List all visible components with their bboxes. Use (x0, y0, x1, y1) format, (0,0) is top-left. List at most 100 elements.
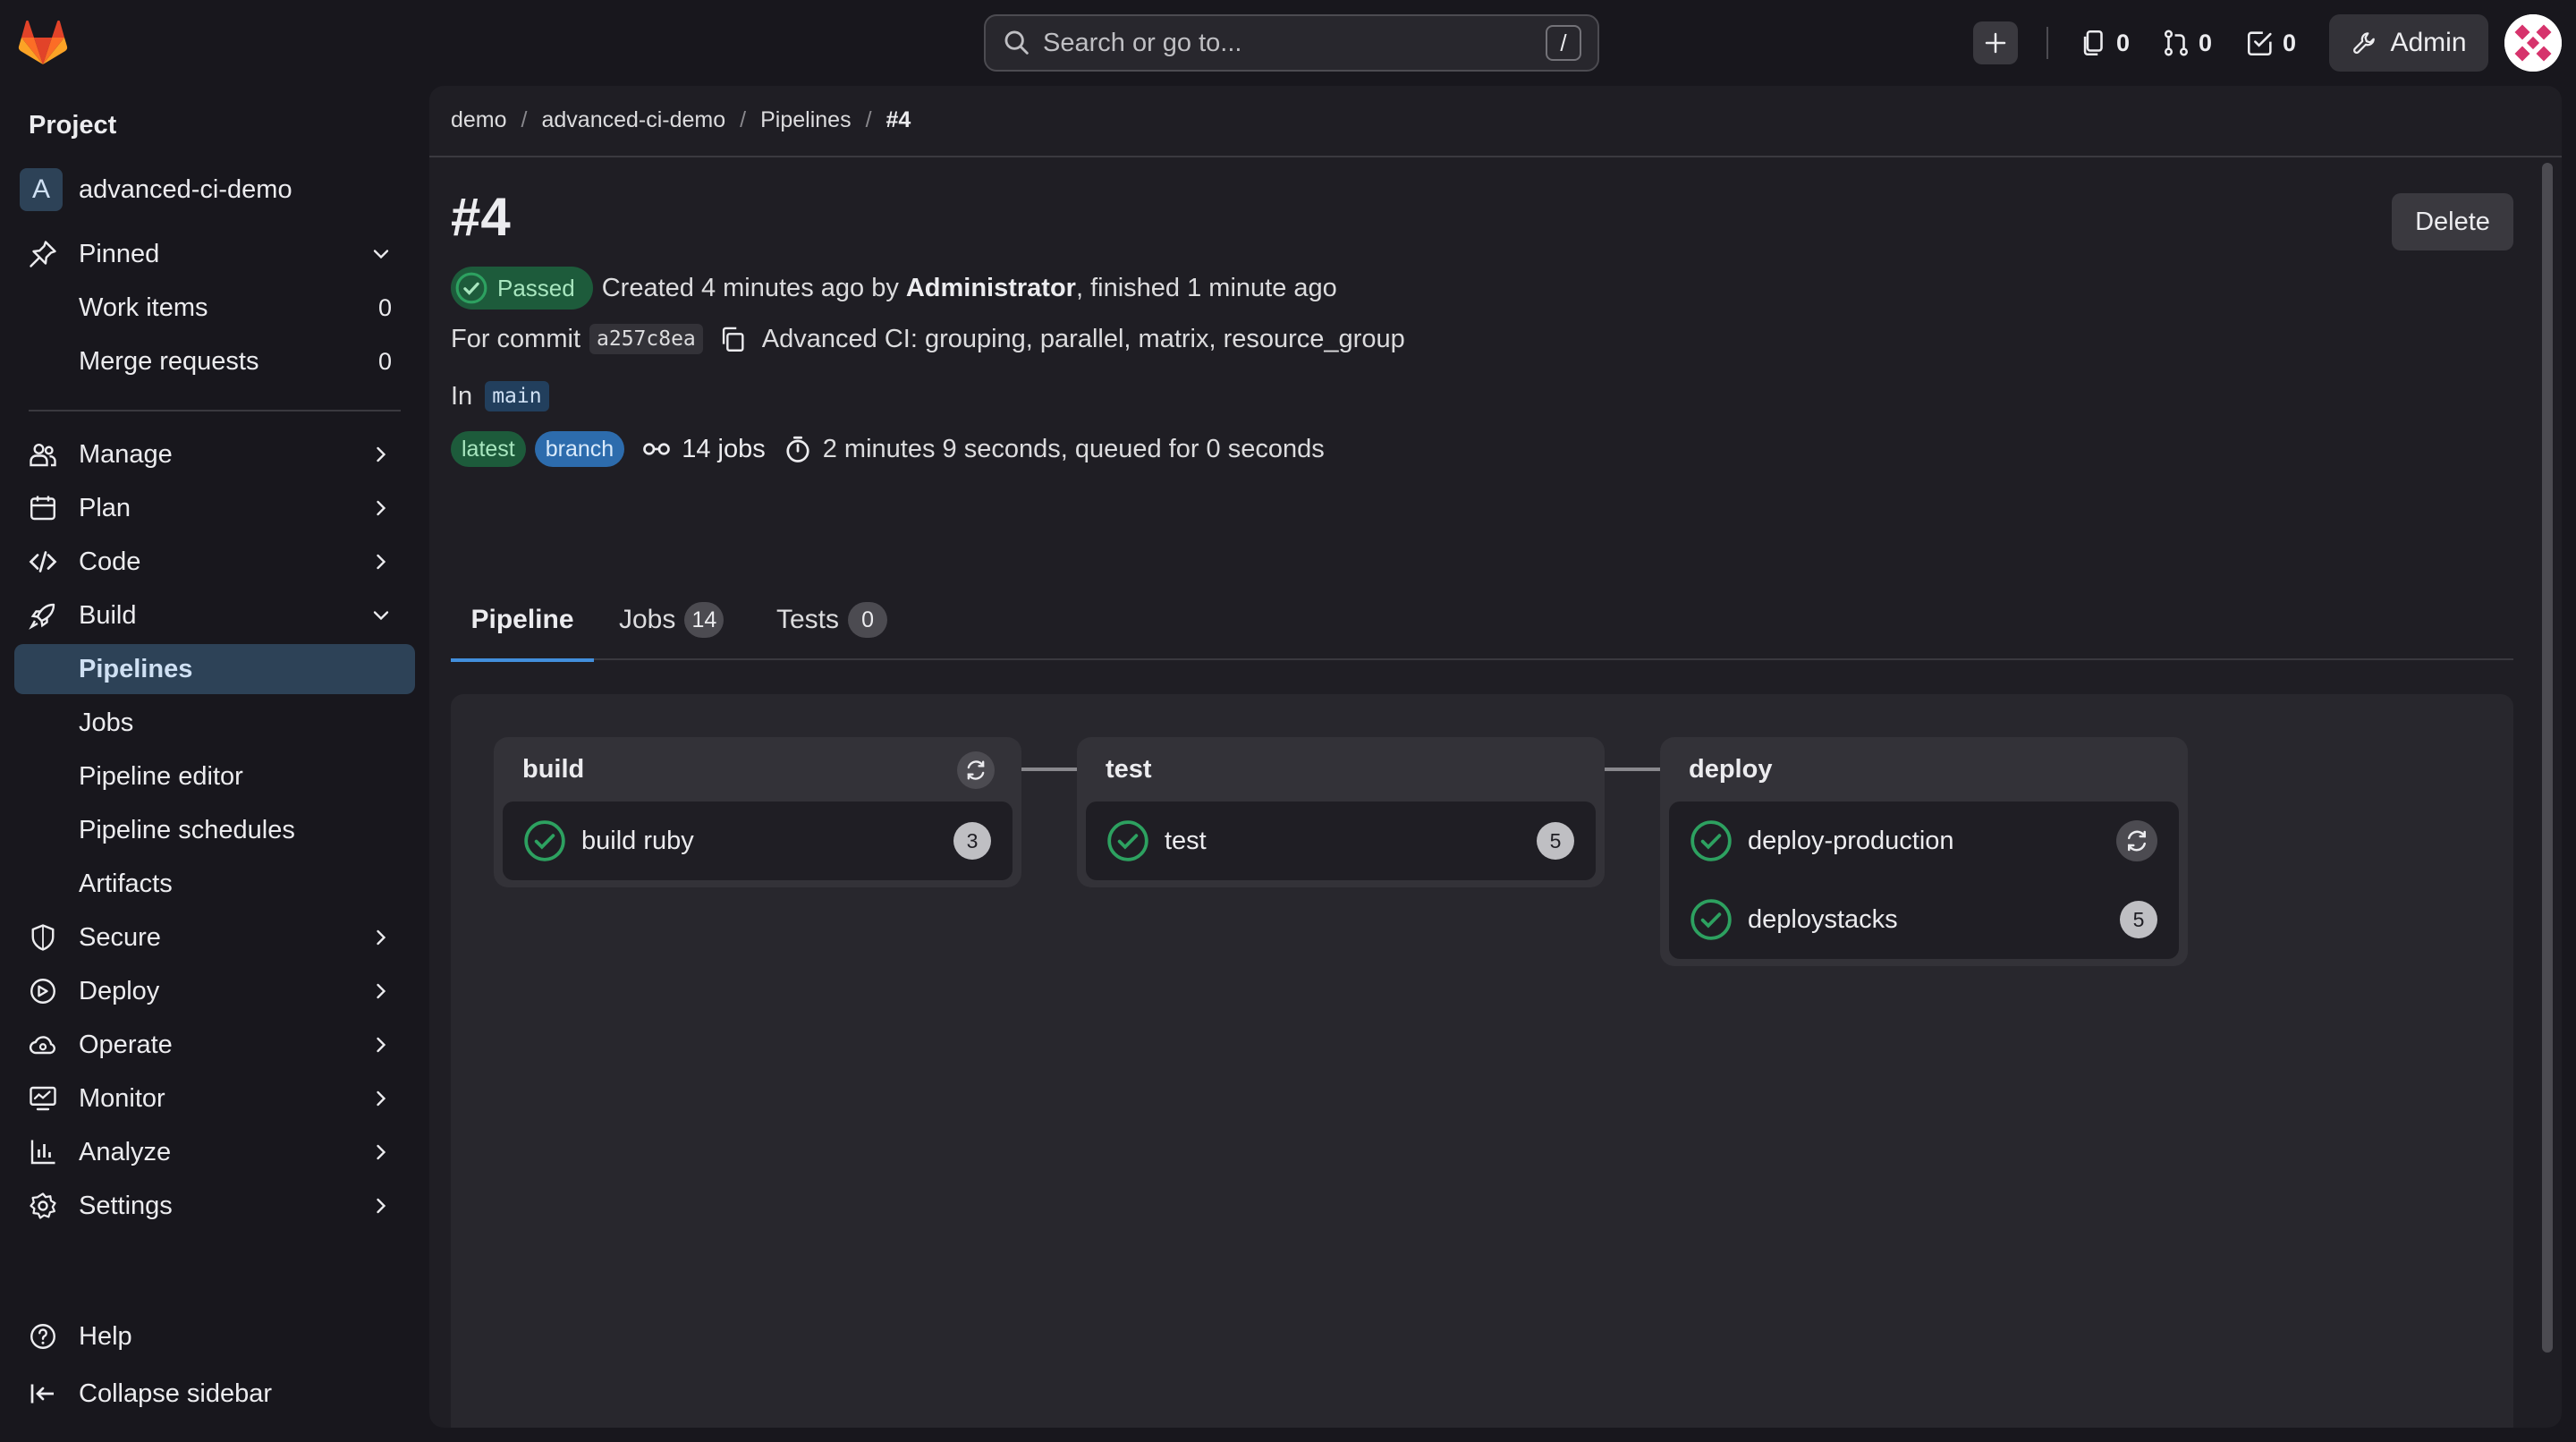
chevron-down-icon (373, 611, 389, 621)
shield-icon (31, 924, 55, 951)
sidebar-item-merge-requests[interactable]: Merge requests 0 (14, 336, 415, 386)
job-deploystacks[interactable]: deploystacks 5 (1669, 880, 2179, 959)
sidebar-item-code[interactable]: Code (14, 537, 415, 587)
chevron-right-icon (377, 1090, 386, 1107)
top-bar: Search or go to... / 0 0 0 Admin (0, 0, 2576, 86)
author-link[interactable]: Administrator (906, 274, 1076, 303)
todos-count: 0 (2283, 29, 2297, 56)
job-name: deploy-production (1748, 826, 1954, 855)
status-success-icon (524, 820, 565, 861)
main-panel: demo / advanced-ci-demo / Pipelines / #4… (429, 86, 2562, 1428)
copy-icon[interactable] (717, 324, 748, 354)
commit-sha-link[interactable]: a257c8ea (589, 324, 703, 354)
breadcrumb-item[interactable]: demo (451, 107, 507, 133)
create-new-button[interactable] (1973, 21, 2018, 64)
issues-counter[interactable]: 0 (2079, 25, 2130, 61)
admin-button[interactable]: Admin (2329, 14, 2488, 72)
chevron-down-icon (373, 250, 389, 259)
tab-count: 14 (684, 602, 724, 638)
sidebar-item-operate[interactable]: Operate (14, 1020, 415, 1070)
sidebar-item-build[interactable]: Build (14, 590, 415, 640)
project-switcher[interactable]: A advanced-ci-demo (20, 168, 292, 211)
job-test[interactable]: test 5 (1086, 802, 1596, 880)
sidebar-item-artifacts[interactable]: Artifacts (14, 859, 415, 909)
stage-title: test (1106, 754, 1152, 784)
search-input[interactable]: Search or go to... / (984, 14, 1599, 72)
job-group: test 5 (1086, 802, 1596, 880)
rocket-icon (29, 603, 55, 630)
wrench-icon (2353, 32, 2376, 55)
breadcrumb-item[interactable]: advanced-ci-demo (542, 107, 726, 133)
sidebar-item-pinned[interactable]: Pinned (14, 229, 415, 279)
sidebar-item-jobs[interactable]: Jobs (14, 698, 415, 748)
tab-label: Jobs (619, 605, 676, 634)
job-deploy-production[interactable]: deploy-production (1669, 802, 2179, 880)
identicon-icon (2504, 14, 2562, 72)
sidebar-item-label: Work items (79, 293, 208, 322)
sidebar-item-label: Manage (79, 439, 173, 469)
collapse-sidebar-button[interactable]: Collapse sidebar (14, 1369, 415, 1419)
pipeline-info-line: latest branch 14 jobs 2 minutes 9 second… (451, 431, 1325, 467)
job-count-badge: 3 (953, 822, 991, 860)
search-icon (1004, 30, 1029, 55)
sidebar-item-label: Analyze (79, 1137, 172, 1166)
delete-button[interactable]: Delete (2392, 193, 2513, 250)
scrollbar[interactable] (2542, 163, 2553, 1353)
sidebar-item-label: Pipeline schedules (79, 815, 295, 844)
created-text: Created 4 minutes ago by (601, 273, 899, 302)
breadcrumb-current[interactable]: #4 (886, 107, 911, 133)
timer-icon (786, 436, 809, 462)
sidebar-item-pipeline-schedules[interactable]: Pipeline schedules (14, 805, 415, 855)
branch-link[interactable]: main (485, 381, 549, 411)
topbar-divider (2046, 27, 2048, 59)
merge-requests-counter[interactable]: 0 (2161, 25, 2212, 61)
sidebar-item-manage[interactable]: Manage (14, 429, 415, 479)
sidebar-item-pipelines[interactable]: Pipelines (14, 644, 415, 694)
project-name: advanced-ci-demo (79, 174, 292, 204)
chevron-right-icon (377, 446, 386, 462)
user-avatar[interactable] (2504, 14, 2562, 72)
chart-icon (30, 1140, 55, 1165)
sidebar-item-count: 0 (377, 293, 392, 321)
chevron-right-icon (377, 983, 386, 999)
sidebar-item-settings[interactable]: Settings (14, 1181, 415, 1231)
breadcrumb: demo / advanced-ci-demo / Pipelines / #4 (451, 107, 911, 133)
retry-job-button[interactable] (2116, 820, 2157, 861)
branch-prefix: In (451, 381, 473, 411)
sidebar-item-secure[interactable]: Secure (14, 912, 415, 963)
job-count-badge: 5 (1537, 822, 1574, 860)
job-group: deploy-production deploystacks 5 (1669, 802, 2179, 959)
status-badge[interactable]: Passed (451, 267, 593, 310)
sidebar-item-work-items[interactable]: Work items 0 (14, 283, 415, 333)
stage-title: build (522, 754, 585, 784)
sidebar-item-label: Plan (79, 493, 131, 522)
deployments-icon (30, 979, 55, 1004)
finished-text: , finished 1 minute ago (1075, 273, 1337, 302)
stage-connector (1020, 768, 1079, 771)
sidebar-item-analyze[interactable]: Analyze (14, 1127, 415, 1177)
users-icon (30, 444, 56, 467)
breadcrumb-separator: / (865, 107, 872, 132)
commit-message[interactable]: Advanced CI: grouping, parallel, matrix,… (762, 325, 1405, 354)
sidebar-item-deploy[interactable]: Deploy (14, 966, 415, 1016)
code-icon (29, 551, 57, 573)
sidebar-item-label: Code (79, 547, 141, 576)
tab-tests[interactable]: Tests 0 (776, 580, 888, 660)
sidebar-item-help[interactable]: Help (14, 1311, 415, 1361)
stage-test: test test 5 (1077, 737, 1605, 887)
page-title: #4 (451, 187, 511, 247)
tab-pipeline[interactable]: Pipeline (451, 580, 594, 662)
branch-line: In main (451, 381, 549, 411)
todos-counter[interactable]: 0 (2245, 25, 2296, 61)
breadcrumb-item[interactable]: Pipelines (760, 107, 851, 133)
retry-icon (967, 760, 985, 780)
sidebar-item-monitor[interactable]: Monitor (14, 1073, 415, 1124)
job-build-ruby[interactable]: build ruby 3 (503, 802, 1013, 880)
gitlab-logo-icon[interactable] (18, 20, 68, 66)
plus-icon (1985, 32, 2006, 54)
stage-connector (1603, 768, 1662, 771)
sidebar-item-pipeline-editor[interactable]: Pipeline editor (14, 751, 415, 802)
tab-jobs[interactable]: Jobs 14 (619, 580, 724, 660)
sidebar-item-plan[interactable]: Plan (14, 483, 415, 533)
retry-stage-button[interactable] (957, 751, 995, 789)
